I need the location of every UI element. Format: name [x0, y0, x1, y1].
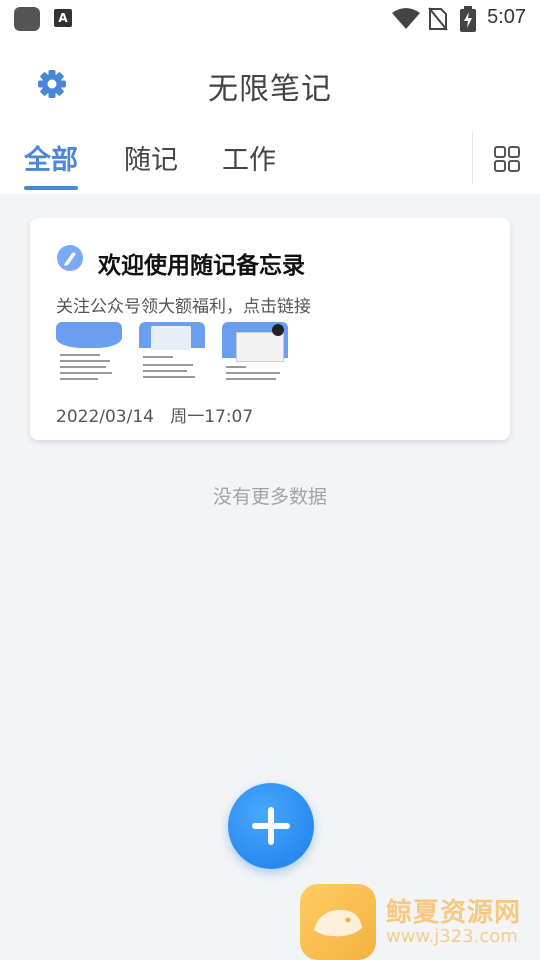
wifi-icon	[392, 8, 420, 29]
app-title: 无限笔记	[208, 72, 332, 107]
watermark-url: www.j323.com	[386, 926, 518, 947]
add-note-button[interactable]	[228, 783, 314, 869]
active-tab-indicator	[24, 186, 78, 190]
tab-work[interactable]: 工作	[222, 138, 276, 184]
no-more-data-hint: 没有更多数据	[212, 486, 327, 508]
thumbnail-image[interactable]	[56, 322, 122, 386]
note-timestamp: 2022/03/14 周一17:07	[56, 402, 253, 427]
battery-charging-icon	[460, 6, 476, 32]
font-icon: A	[54, 9, 72, 27]
tab-label: 工作	[222, 145, 276, 176]
tab-all[interactable]: 全部	[24, 138, 78, 190]
note-weekday-time: 周一17:07	[170, 407, 254, 427]
thumbnail-image[interactable]	[139, 322, 205, 386]
app-icon	[14, 7, 40, 31]
thumbnail-image[interactable]	[222, 322, 288, 386]
clock-time: 5:07	[487, 6, 526, 28]
note-title: 欢迎使用随记备忘录	[98, 253, 305, 279]
tab-label: 随记	[124, 145, 178, 176]
tab-label: 全部	[24, 145, 78, 176]
status-bar: A 5:07	[0, 0, 540, 36]
pen-icon	[57, 245, 83, 271]
app-header: 无限笔记	[0, 36, 540, 130]
note-date: 2022/03/14	[56, 407, 154, 427]
no-sim-icon	[428, 7, 448, 31]
grid-view-icon	[494, 146, 520, 172]
note-card[interactable]: 欢迎使用随记备忘录 关注公众号领大额福利，点击链接 2022/03/14 周一1…	[30, 218, 510, 440]
watermark: 鲸夏资源网 www.j323.com	[300, 884, 540, 960]
tabs-divider	[472, 132, 473, 184]
plus-icon	[252, 807, 290, 845]
whale-logo-icon	[300, 884, 376, 960]
note-description: 关注公众号领大额福利，点击链接	[56, 297, 311, 317]
watermark-name: 鲸夏资源网	[386, 898, 522, 928]
category-tabs: 全部 随记 工作	[0, 130, 540, 194]
tab-jotting[interactable]: 随记	[124, 138, 178, 184]
grid-view-button[interactable]	[490, 142, 524, 176]
